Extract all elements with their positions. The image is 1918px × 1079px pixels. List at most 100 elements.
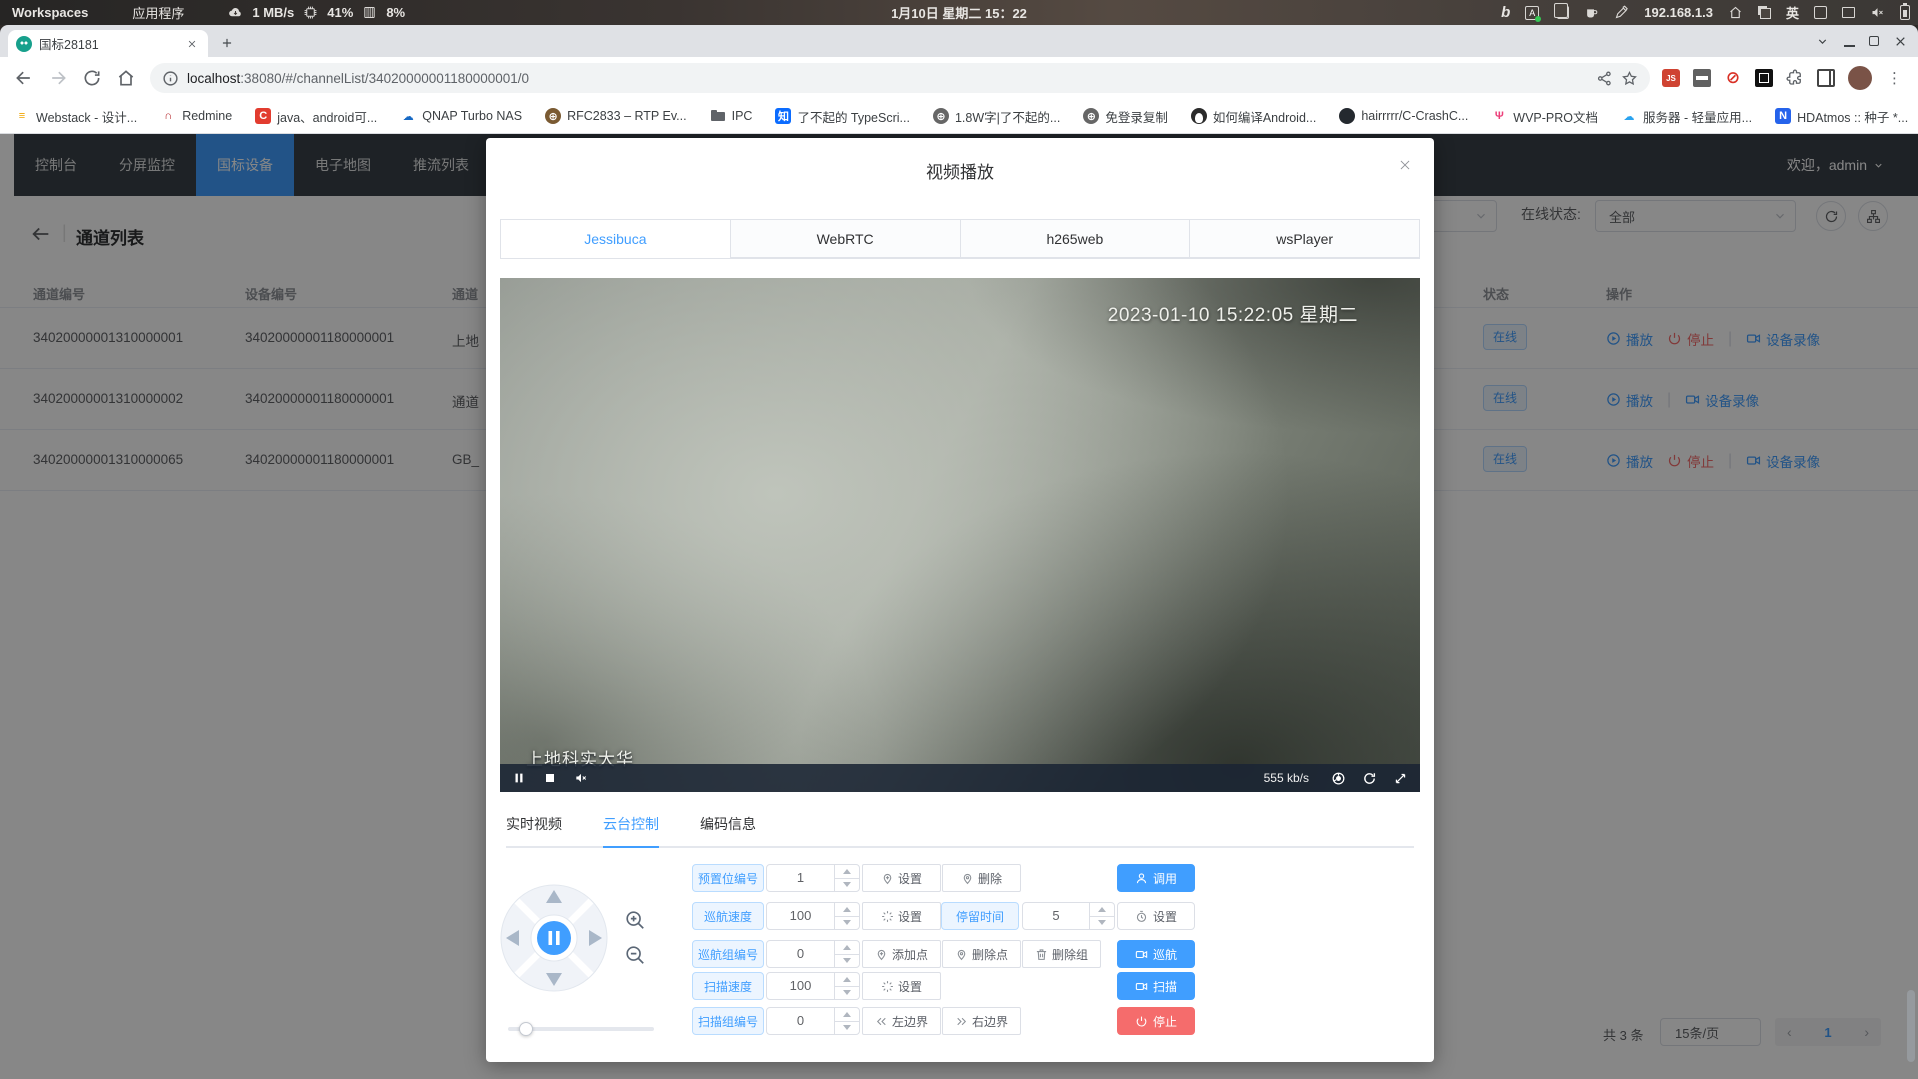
ptz-button[interactable]: 添加点 — [862, 940, 941, 968]
ptz-extra-value[interactable]: 5 — [1023, 903, 1089, 929]
ptz-button[interactable]: 左边界 — [862, 1007, 941, 1035]
screen-rotate-icon[interactable] — [1814, 6, 1827, 19]
reload-button[interactable] — [82, 68, 102, 88]
bookmark-item[interactable]: ⊕1.8W字|了不起的... — [933, 107, 1060, 126]
extension-dark-icon[interactable] — [1755, 69, 1773, 87]
ptz-input-value[interactable]: 100 — [767, 903, 834, 929]
number-stepper[interactable] — [834, 903, 859, 929]
caffeine-tray-icon[interactable] — [1584, 5, 1599, 20]
extension-js-icon[interactable]: JS — [1662, 69, 1680, 87]
bookmark-item[interactable]: ≡Webstack - 设计... — [14, 107, 137, 126]
applications-menu[interactable]: 应用程序 — [132, 3, 184, 22]
bookmark-item[interactable]: ⊕RFC2833 – RTP Ev... — [545, 108, 687, 124]
stop-icon[interactable] — [544, 772, 556, 784]
profile-avatar[interactable] — [1848, 66, 1872, 90]
translate-tray-icon[interactable]: A — [1525, 6, 1539, 20]
tab-close-icon[interactable] — [184, 36, 200, 52]
player-tab-jessibuca[interactable]: Jessibuca — [501, 220, 730, 258]
stepper-up-icon[interactable] — [835, 865, 859, 879]
window-menu-chevron-icon[interactable] — [1815, 34, 1830, 49]
number-stepper[interactable] — [1089, 903, 1114, 929]
zoom-in-icon[interactable] — [624, 909, 646, 931]
refresh-stream-icon[interactable] — [1362, 771, 1377, 786]
ptz-input-value[interactable]: 100 — [767, 973, 834, 999]
stepper-up-icon[interactable] — [835, 903, 859, 917]
ptz-button[interactable]: 删除点 — [942, 940, 1021, 968]
volume-mute-icon[interactable] — [574, 771, 588, 785]
clock[interactable]: 1月10日 星期二 15：22 — [891, 3, 1027, 22]
bookmark-item[interactable]: Cjava、android可... — [255, 107, 377, 126]
ptz-input-value[interactable]: 0 — [767, 941, 834, 967]
ptz-button[interactable]: 删除组 — [1022, 940, 1101, 968]
stepper-down-icon[interactable] — [1090, 917, 1114, 930]
bookmark-item[interactable]: hairrrrr/C-CrashC... — [1339, 108, 1468, 124]
bookmark-item[interactable]: ☁QNAP Turbo NAS — [400, 108, 522, 124]
bookmark-item[interactable]: IPC — [710, 108, 753, 124]
ptz-button[interactable]: 设置 — [862, 972, 941, 1000]
ptz-number-input[interactable]: 100 — [766, 972, 860, 1000]
pause-icon[interactable] — [512, 771, 526, 785]
ptz-number-input[interactable]: 1 — [766, 864, 860, 892]
ptz-input-value[interactable]: 1 — [767, 865, 834, 891]
stepper-down-icon[interactable] — [835, 955, 859, 968]
bookmark-item[interactable]: 如何编译Android... — [1191, 107, 1317, 126]
stepper-down-icon[interactable] — [835, 987, 859, 1000]
video-player[interactable]: 2023-01-10 15:22:05 星期二 上地科实大华 555 kb/s — [500, 278, 1420, 792]
input-language[interactable]: 英 — [1786, 3, 1799, 22]
ptz-button[interactable]: 右边界 — [942, 1007, 1021, 1035]
window-minimize-button[interactable] — [1844, 45, 1855, 47]
fullscreen-icon[interactable] — [1393, 771, 1408, 786]
ptz-number-input[interactable]: 0 — [766, 940, 860, 968]
ptz-action-设置[interactable]: 设置 — [1117, 902, 1195, 930]
page-scrollbar-thumb[interactable] — [1907, 990, 1915, 1062]
ptz-action-扫描[interactable]: 扫描 — [1117, 972, 1195, 1000]
number-stepper[interactable] — [834, 1008, 859, 1034]
home-tray-icon[interactable] — [1728, 5, 1743, 20]
number-stepper[interactable] — [834, 865, 859, 891]
home-button[interactable] — [116, 68, 136, 88]
stepper-down-icon[interactable] — [835, 879, 859, 892]
stepper-down-icon[interactable] — [835, 1022, 859, 1035]
battery-icon[interactable] — [1900, 5, 1910, 20]
bookmark-item[interactable]: 知了不起的 TypeScri... — [775, 107, 910, 126]
number-stepper[interactable] — [834, 941, 859, 967]
stepper-up-icon[interactable] — [1090, 903, 1114, 917]
workspaces-button[interactable]: Workspaces — [12, 5, 88, 20]
bookmark-star-icon[interactable] — [1621, 70, 1638, 87]
back-button[interactable] — [14, 68, 34, 88]
site-info-icon[interactable] — [162, 70, 179, 87]
ptz-direction-pad[interactable] — [498, 882, 610, 994]
bookmark-item[interactable]: ☁服务器 - 轻量应用... — [1621, 107, 1752, 126]
bing-tray-icon[interactable]: b — [1501, 4, 1510, 21]
extension-print-icon[interactable] — [1693, 69, 1711, 87]
window-close-button[interactable] — [1893, 34, 1908, 49]
extension-adblock-icon[interactable]: ⊘ — [1724, 69, 1742, 87]
color-picker-tray-icon[interactable] — [1614, 5, 1629, 20]
volume-muted-icon[interactable] — [1870, 5, 1885, 20]
ptz-speed-slider[interactable] — [508, 1027, 654, 1031]
share-icon[interactable] — [1596, 70, 1613, 87]
ptz-button[interactable]: 设置 — [862, 864, 941, 892]
ptz-action-调用[interactable]: 调用 — [1117, 864, 1195, 892]
number-stepper[interactable] — [834, 973, 859, 999]
stepper-up-icon[interactable] — [835, 1008, 859, 1022]
ptz-number-input[interactable]: 100 — [766, 902, 860, 930]
clipboard-tray-icon[interactable] — [1557, 6, 1569, 19]
dialog-close-icon[interactable] — [1396, 156, 1414, 174]
bookmark-item[interactable]: NHDAtmos :: 种子 *... — [1775, 107, 1908, 126]
player-tab-wsplayer[interactable]: wsPlayer — [1189, 220, 1419, 258]
info-tab-2[interactable]: 云台控制 — [603, 802, 659, 848]
player-tab-webrtc[interactable]: WebRTC — [730, 220, 960, 258]
info-tab-3[interactable]: 编码信息 — [700, 802, 756, 848]
ptz-button[interactable]: 删除 — [942, 864, 1021, 892]
forward-button[interactable] — [48, 68, 68, 88]
slider-handle[interactable] — [519, 1022, 533, 1036]
sidebar-toggle-icon[interactable] — [1817, 69, 1835, 87]
address-bar[interactable]: localhost:38080/#/channelList/3402000000… — [150, 63, 1650, 93]
bookmark-item[interactable]: ΨWVP-PRO文档 — [1491, 107, 1598, 126]
bookmark-item[interactable]: ∩Redmine — [160, 108, 232, 124]
display-icon[interactable] — [1842, 7, 1855, 18]
extensions-puzzle-icon[interactable] — [1786, 69, 1804, 87]
browser-menu-icon[interactable]: ⋮ — [1887, 69, 1897, 87]
ptz-action-巡航[interactable]: 巡航 — [1117, 940, 1195, 968]
